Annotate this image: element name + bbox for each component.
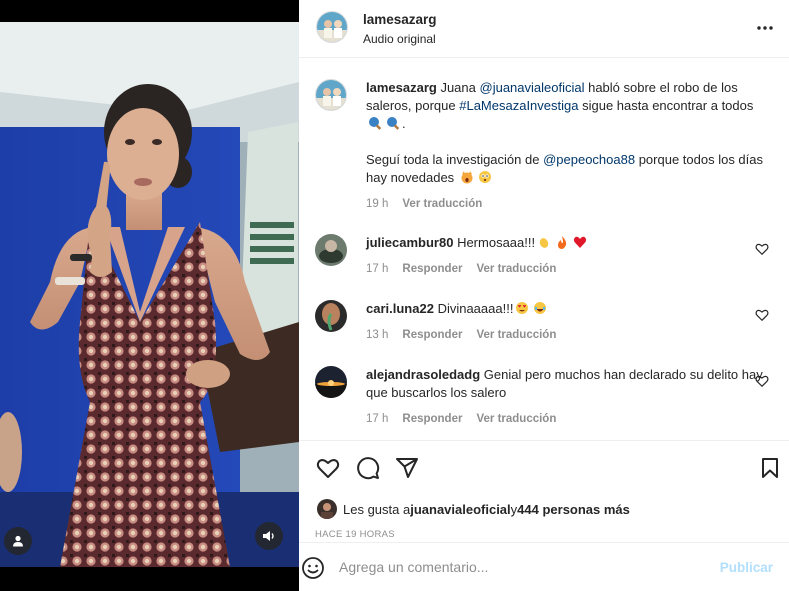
author-username-link[interactable]: lamesazarg [363,12,437,27]
user-icon [13,535,23,547]
post-side-panel: lamesazarg Audio original lamesazarg Jua… [299,0,789,591]
comment-text-line: alejandrasoledadg Genial pero muchos han… [366,366,766,402]
comment-item: juliecambur80 Hermosaaa!!! 17 h Responder… [315,234,775,284]
mention-link[interactable]: @pepeochoa88 [543,152,635,167]
tagged-users-button[interactable] [4,527,32,555]
post-actions: Les gusta a juanavialeoficial y 444 pers… [299,440,789,542]
commenter-avatar[interactable] [315,300,347,332]
commenter-username-link[interactable]: cari.luna22 [366,301,434,316]
mention-link[interactable]: @juanavialeoficial [480,80,585,95]
comment-bubble-icon [357,457,380,480]
bookmark-icon [762,458,778,478]
caption-translate-button[interactable]: Ver traducción [402,195,482,213]
fire-emoji-icon [558,236,567,249]
comment-item: cari.luna22 Divinaaaaa!!! 13 h Responder V… [315,300,775,350]
comment-timestamp[interactable]: 13 h [366,326,388,344]
like-button[interactable] [315,455,341,481]
instagram-post-modal: lamesazarg Audio original lamesazarg Jua… [0,0,789,591]
comment-meta: 17 h Responder Ver traducción [366,410,766,428]
comment-button[interactable] [355,455,381,481]
comment-body: cari.luna22 Divinaaaaa!!! 13 h Responder V… [366,300,766,344]
commenter-avatar-image [315,366,347,398]
caption-body: lamesazarg Juana @juanavialeoficial habl… [366,79,766,213]
comment-input[interactable] [339,555,699,579]
commenter-username-link[interactable]: alejandrasoledadg [366,367,480,382]
post-caption: lamesazarg Juana @juanavialeoficial habl… [315,79,775,219]
commenter-avatar-image [315,300,347,332]
comment-text-line: cari.luna22 Divinaaaaa!!! [366,300,766,318]
emoji-picker-icon[interactable] [301,556,325,580]
flushed-face-emoji-icon [478,171,491,183]
clapping-emoji-icon [539,238,549,248]
video-player[interactable] [0,22,299,567]
like-comment-heart-icon[interactable] [755,308,769,322]
publish-button[interactable]: Publicar [720,560,773,575]
caption-timestamp[interactable]: 19 h [366,195,388,213]
caption-username-link[interactable]: lamesazarg [366,80,437,95]
ping-pong-emoji-icon [387,117,400,130]
paper-plane-icon [396,458,418,478]
hashtag-link[interactable]: #LaMesazaInvestiga [459,98,578,113]
comment-text: Divinaaaaa!!! [437,301,514,316]
heart-icon [316,459,340,478]
translate-button[interactable]: Ver traducción [476,410,556,428]
comment-text-line: juliecambur80 Hermosaaa!!! [366,234,766,252]
comment-meta: 13 h Responder Ver traducción [366,326,766,344]
more-horizontal-icon [757,26,773,30]
commenter-username-link[interactable]: juliecambur80 [366,235,453,250]
liker-avatar-image [317,499,337,519]
like-comment-heart-icon[interactable] [755,374,769,388]
reply-button[interactable]: Responder [402,326,462,344]
caption-text: Juana [440,80,480,95]
scream-cat-emoji-icon [461,171,473,184]
post-media [0,0,299,591]
like-comment-heart-icon[interactable] [755,242,769,256]
comment-timestamp[interactable]: 17 h [366,260,388,278]
post-header: lamesazarg Audio original [299,0,789,58]
comments-feed[interactable]: lamesazarg Juana @juanavialeoficial habl… [299,58,789,440]
comment-form: Publicar [299,542,789,591]
caption-paragraph-2: Seguí toda la investigación de @pepeocho… [366,151,766,187]
caption-avatar[interactable] [315,79,347,111]
caption-avatar-image [316,80,346,110]
comment-body: juliecambur80 Hermosaaa!!! 17 h Responder… [366,234,766,278]
comment-timestamp[interactable]: 17 h [366,410,388,428]
save-button[interactable] [757,455,783,481]
translate-button[interactable]: Ver traducción [476,326,556,344]
liker-username-link[interactable]: juanavialeoficial [410,502,510,517]
caption-text: . [402,116,406,131]
reply-button[interactable]: Responder [402,260,462,278]
comment-meta: 17 h Responder Ver traducción [366,260,766,278]
audio-label[interactable]: Audio original [363,32,436,46]
author-avatar[interactable] [316,11,348,43]
caption-text: sigue hasta encontrar a todos [578,98,754,113]
commenter-avatar-image [315,234,347,266]
post-timestamp[interactable]: HACE 19 HORAS [315,529,395,540]
liker-avatar[interactable] [317,499,337,519]
author-avatar-image [317,12,347,42]
more-options-button[interactable] [753,18,777,38]
commenter-avatar[interactable] [315,234,347,266]
likes-summary: Les gusta a juanavialeoficial y 444 pers… [317,499,630,519]
comment-item: alejandrasoledadg Genial pero muchos han… [315,366,775,436]
video-frame-image [0,22,299,567]
likes-prefix: Les gusta a [343,501,411,517]
reply-button[interactable]: Responder [402,410,462,428]
ping-pong-emoji-icon [369,117,382,130]
heart-emoji-icon [574,236,587,248]
share-button[interactable] [394,455,420,481]
audio-toggle-button[interactable] [255,522,283,550]
commenter-avatar[interactable] [315,366,347,398]
speaker-icon [263,531,274,541]
comment-text: Hermosaaa!!! [457,235,536,250]
laughing-emoji-icon [534,302,547,314]
caption-paragraph-1: lamesazarg Juana @juanavialeoficial habl… [366,79,766,133]
likes-others-link[interactable]: 444 personas más [517,502,630,517]
caption-meta: 19 h Ver traducción [366,195,766,213]
caption-text: Seguí toda la investigación de [366,152,544,167]
heart-eyes-emoji-icon [516,302,529,314]
comment-body: alejandrasoledadg Genial pero muchos han… [366,366,766,428]
translate-button[interactable]: Ver traducción [476,260,556,278]
